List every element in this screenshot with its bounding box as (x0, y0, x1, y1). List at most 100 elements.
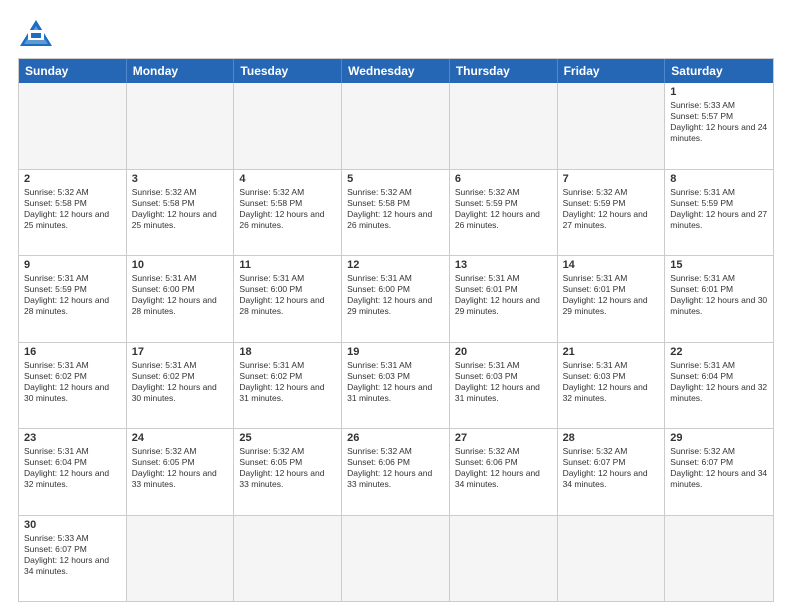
calendar-cell (558, 516, 666, 602)
header (18, 18, 774, 48)
calendar-cell: 7Sunrise: 5:32 AM Sunset: 5:59 PM Daylig… (558, 170, 666, 256)
calendar-cell: 12 Sunrise: 5:31 AM Sunset: 6:00 PM Dayli… (342, 256, 450, 342)
calendar-cell (127, 516, 235, 602)
day-number: 18 (239, 346, 336, 358)
cell-info: Sunrise: 5:32 AM Sunset: 5:58 PM Dayligh… (239, 187, 336, 231)
logo-icon (18, 18, 54, 48)
calendar-cell (342, 83, 450, 169)
cell-info: Sunrise: 5:31 AM Sunset: 6:00 PM Dayligh… (239, 273, 336, 317)
cell-info: Sunrise: 5:32 AM Sunset: 6:06 PM Dayligh… (455, 446, 552, 490)
cell-info: Sunrise: 5:31 AM Sunset: 6:04 PM Dayligh… (670, 360, 768, 404)
cell-info: Sunrise: 5:31 AM Sunset: 6:03 PM Dayligh… (455, 360, 552, 404)
day-number: 13 (455, 259, 552, 271)
calendar-cell (127, 83, 235, 169)
day-number: 29 (670, 432, 768, 444)
calendar-cell: 5Sunrise: 5:32 AM Sunset: 5:58 PM Daylig… (342, 170, 450, 256)
cell-info: Sunrise: 5:31 AM Sunset: 6:01 PM Dayligh… (563, 273, 660, 317)
day-number: 16 (24, 346, 121, 358)
cell-info: Sunrise: 5:33 AM Sunset: 5:57 PM Dayligh… (670, 100, 768, 144)
calendar-cell (342, 516, 450, 602)
calendar-row-2: 9Sunrise: 5:31 AM Sunset: 5:59 PM Daylig… (19, 255, 773, 342)
calendar-cell: 14 Sunrise: 5:31 AM Sunset: 6:01 PM Dayli… (558, 256, 666, 342)
day-number: 10 (132, 259, 229, 271)
calendar-cell: 28 Sunrise: 5:32 AM Sunset: 6:07 PM Dayli… (558, 429, 666, 515)
calendar-cell: 6 Sunrise: 5:32 AM Sunset: 5:59 PM Daylig… (450, 170, 558, 256)
calendar-cell: 11 Sunrise: 5:31 AM Sunset: 6:00 PM Dayli… (234, 256, 342, 342)
cell-info: Sunrise: 5:32 AM Sunset: 5:58 PM Dayligh… (24, 187, 121, 231)
day-number: 2 (24, 173, 121, 185)
weekday-header-wednesday: Wednesday (342, 59, 450, 83)
calendar-cell: 21 Sunrise: 5:31 AM Sunset: 6:03 PM Dayli… (558, 343, 666, 429)
cell-info: Sunrise: 5:32 AM Sunset: 5:59 PM Dayligh… (563, 187, 660, 231)
cell-info: Sunrise: 5:31 AM Sunset: 6:01 PM Dayligh… (455, 273, 552, 317)
cell-info: Sunrise: 5:31 AM Sunset: 5:59 PM Dayligh… (24, 273, 121, 317)
calendar-cell (19, 83, 127, 169)
cell-info: Sunrise: 5:31 AM Sunset: 5:59 PM Dayligh… (670, 187, 768, 231)
cell-info: Sunrise: 5:32 AM Sunset: 6:05 PM Dayligh… (132, 446, 229, 490)
day-number: 22 (670, 346, 768, 358)
calendar-cell: 25 Sunrise: 5:32 AM Sunset: 6:05 PM Dayli… (234, 429, 342, 515)
day-number: 28 (563, 432, 660, 444)
day-number: 11 (239, 259, 336, 271)
cell-info: Sunrise: 5:32 AM Sunset: 6:07 PM Dayligh… (563, 446, 660, 490)
cell-info: Sunrise: 5:31 AM Sunset: 6:00 PM Dayligh… (132, 273, 229, 317)
calendar-cell: 13 Sunrise: 5:31 AM Sunset: 6:01 PM Dayli… (450, 256, 558, 342)
cell-info: Sunrise: 5:31 AM Sunset: 6:03 PM Dayligh… (563, 360, 660, 404)
calendar-cell: 24 Sunrise: 5:32 AM Sunset: 6:05 PM Dayli… (127, 429, 235, 515)
weekday-header-thursday: Thursday (450, 59, 558, 83)
weekday-header-tuesday: Tuesday (234, 59, 342, 83)
calendar-row-5: 30Sunrise: 5:33 AM Sunset: 6:07 PM Dayli… (19, 515, 773, 602)
day-number: 21 (563, 346, 660, 358)
calendar-cell: 15 Sunrise: 5:31 AM Sunset: 6:01 PM Dayli… (665, 256, 773, 342)
calendar-cell: 3Sunrise: 5:32 AM Sunset: 5:58 PM Daylig… (127, 170, 235, 256)
calendar-body: 1 Sunrise: 5:33 AM Sunset: 5:57 PM Daylig… (19, 83, 773, 601)
calendar-header: SundayMondayTuesdayWednesdayThursdayFrid… (19, 59, 773, 83)
day-number: 26 (347, 432, 444, 444)
calendar-row-1: 2 Sunrise: 5:32 AM Sunset: 5:58 PM Daylig… (19, 169, 773, 256)
calendar-cell: 17Sunrise: 5:31 AM Sunset: 6:02 PM Dayli… (127, 343, 235, 429)
calendar-cell: 26 Sunrise: 5:32 AM Sunset: 6:06 PM Dayli… (342, 429, 450, 515)
calendar-cell (234, 83, 342, 169)
calendar-cell: 16 Sunrise: 5:31 AM Sunset: 6:02 PM Dayli… (19, 343, 127, 429)
calendar-cell (450, 83, 558, 169)
cell-info: Sunrise: 5:31 AM Sunset: 6:01 PM Dayligh… (670, 273, 768, 317)
day-number: 12 (347, 259, 444, 271)
calendar-cell: 27 Sunrise: 5:32 AM Sunset: 6:06 PM Dayli… (450, 429, 558, 515)
weekday-header-saturday: Saturday (665, 59, 773, 83)
day-number: 15 (670, 259, 768, 271)
calendar-row-0: 1 Sunrise: 5:33 AM Sunset: 5:57 PM Daylig… (19, 83, 773, 169)
day-number: 1 (670, 86, 768, 98)
calendar-cell: 4Sunrise: 5:32 AM Sunset: 5:58 PM Daylig… (234, 170, 342, 256)
day-number: 23 (24, 432, 121, 444)
day-number: 19 (347, 346, 444, 358)
page: SundayMondayTuesdayWednesdayThursdayFrid… (0, 0, 792, 612)
calendar-cell: 10 Sunrise: 5:31 AM Sunset: 6:00 PM Dayli… (127, 256, 235, 342)
cell-info: Sunrise: 5:31 AM Sunset: 6:03 PM Dayligh… (347, 360, 444, 404)
cell-info: Sunrise: 5:33 AM Sunset: 6:07 PM Dayligh… (24, 533, 121, 577)
day-number: 14 (563, 259, 660, 271)
cell-info: Sunrise: 5:31 AM Sunset: 6:02 PM Dayligh… (239, 360, 336, 404)
calendar-cell (558, 83, 666, 169)
cell-info: Sunrise: 5:32 AM Sunset: 6:07 PM Dayligh… (670, 446, 768, 490)
day-number: 27 (455, 432, 552, 444)
cell-info: Sunrise: 5:32 AM Sunset: 6:06 PM Dayligh… (347, 446, 444, 490)
calendar-cell (665, 516, 773, 602)
cell-info: Sunrise: 5:32 AM Sunset: 5:59 PM Dayligh… (455, 187, 552, 231)
calendar-cell: 2 Sunrise: 5:32 AM Sunset: 5:58 PM Daylig… (19, 170, 127, 256)
weekday-header-friday: Friday (558, 59, 666, 83)
calendar-cell: 1 Sunrise: 5:33 AM Sunset: 5:57 PM Daylig… (665, 83, 773, 169)
calendar-row-4: 23Sunrise: 5:31 AM Sunset: 6:04 PM Dayli… (19, 428, 773, 515)
calendar-cell: 22 Sunrise: 5:31 AM Sunset: 6:04 PM Dayli… (665, 343, 773, 429)
weekday-header-sunday: Sunday (19, 59, 127, 83)
cell-info: Sunrise: 5:32 AM Sunset: 5:58 PM Dayligh… (347, 187, 444, 231)
calendar: SundayMondayTuesdayWednesdayThursdayFrid… (18, 58, 774, 602)
cell-info: Sunrise: 5:31 AM Sunset: 6:02 PM Dayligh… (24, 360, 121, 404)
day-number: 6 (455, 173, 552, 185)
cell-info: Sunrise: 5:32 AM Sunset: 6:05 PM Dayligh… (239, 446, 336, 490)
cell-info: Sunrise: 5:31 AM Sunset: 6:00 PM Dayligh… (347, 273, 444, 317)
calendar-cell: 23Sunrise: 5:31 AM Sunset: 6:04 PM Dayli… (19, 429, 127, 515)
calendar-cell: 20Sunrise: 5:31 AM Sunset: 6:03 PM Dayli… (450, 343, 558, 429)
day-number: 24 (132, 432, 229, 444)
day-number: 25 (239, 432, 336, 444)
logo (18, 18, 60, 48)
